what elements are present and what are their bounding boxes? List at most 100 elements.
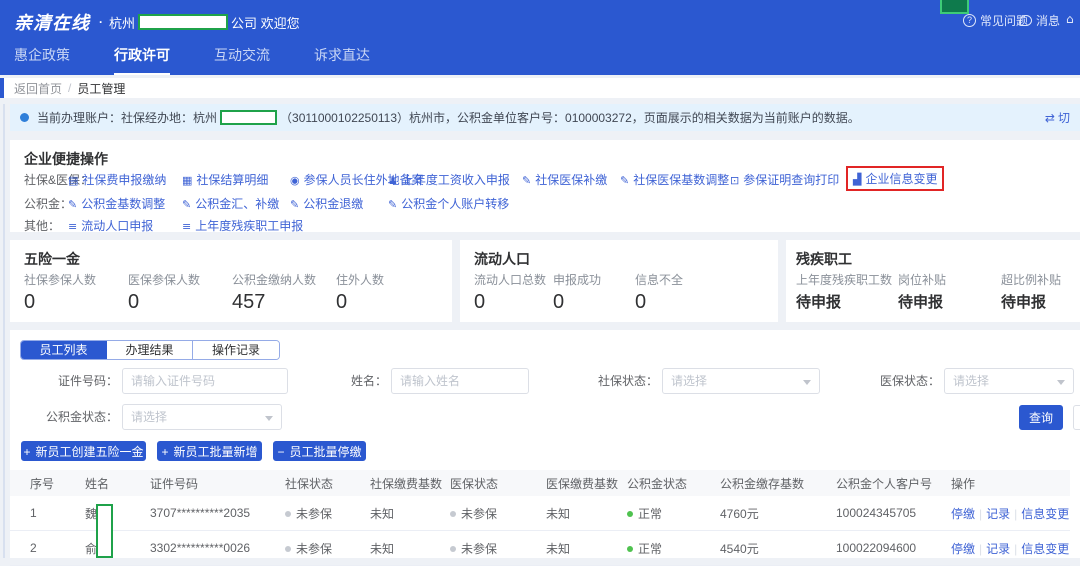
metric-value: 0: [128, 291, 200, 314]
quick-ops-row-fund: 公积金： ✎公积金基数调整 ✎公积金汇、补缴 ✎公积金退缴 ✎公积金个人账户转移: [10, 195, 1080, 211]
link-fund-account-transfer[interactable]: ✎公积金个人账户转移: [388, 195, 509, 212]
printer-icon: ⊡: [730, 174, 739, 187]
col-fund-status: 公积金状态: [627, 475, 720, 492]
quick-operations-title: 企业便捷操作: [24, 149, 108, 169]
main-nav: 惠企政策 行政许可 互动交流 诉求直达: [14, 45, 370, 75]
link-label: 企业信息变更: [865, 172, 937, 186]
metric-label: 超比例补贴: [1001, 271, 1061, 288]
welcome-text: 公司 欢迎您: [231, 13, 300, 32]
chevron-down-icon: [803, 380, 811, 385]
nav-item-interaction[interactable]: 互动交流: [214, 45, 270, 75]
link-label: 社保医保补缴: [535, 173, 607, 187]
breadcrumb-back-link[interactable]: 返回首页: [14, 80, 62, 97]
switch-label: 切: [1058, 109, 1070, 126]
col-medical-status: 医保状态: [450, 475, 546, 492]
metric-value: 457: [232, 291, 316, 314]
fund-status-select[interactable]: 请选择: [122, 404, 282, 430]
switch-account-link[interactable]: ⇄ 切: [1045, 109, 1070, 126]
faq-link[interactable]: ? 常见问题: [963, 12, 1028, 29]
link-fund-base-adjust[interactable]: ✎公积金基数调整: [68, 195, 165, 212]
link-social-settlement-detail[interactable]: ▦社保结算明细: [182, 171, 268, 188]
select-placeholder: 请选择: [671, 374, 707, 388]
metric-post-subsidy: 岗位补贴待申报: [898, 271, 946, 312]
building-icon[interactable]: ⌂: [1066, 12, 1074, 26]
info-change-link[interactable]: 信息变更: [1021, 507, 1069, 521]
quick-operations-card: 企业便捷操作 社保&医保： ▤社保费申报缴纳 ▦社保结算明细 ◉参保人员长住外地…: [10, 140, 1080, 232]
cell-fund-base: 4760元: [720, 505, 836, 522]
link-label: 公积金个人账户转移: [401, 197, 509, 211]
medical-status-select[interactable]: 请选择: [944, 368, 1074, 394]
breadcrumb-separator: /: [68, 81, 71, 95]
stats-card-migrant-population: 流动人口 流动人口总数0 申报成功0 信息不全0: [460, 240, 778, 322]
metric-fund-paying: 公积金缴纳人数 457: [232, 271, 316, 314]
cell-fund-status: 正常: [627, 540, 720, 557]
batch-add-button[interactable]: +新员工批量新增: [157, 441, 262, 461]
select-placeholder: 请选择: [953, 374, 989, 388]
plus-icon: +: [161, 445, 168, 459]
cell-fund-account: 100024345705: [836, 506, 951, 520]
minus-icon: −: [277, 445, 284, 459]
account-notice-bar: 当前办理账户：社保经办地：杭州 （3011000102250113）杭州市，公积…: [10, 104, 1080, 131]
op-separator: |: [1014, 507, 1017, 521]
link-insurance-cert-print[interactable]: ⊡参保证明查询打印: [730, 171, 839, 188]
link-fund-refund[interactable]: ✎公积金退缴: [290, 195, 363, 212]
info-change-link[interactable]: 信息变更: [1021, 542, 1069, 556]
record-link[interactable]: 记录: [986, 507, 1010, 521]
row-label-other: 其他：: [24, 217, 60, 234]
stop-payment-link[interactable]: 停缴: [951, 507, 975, 521]
person-icon: ♟: [388, 174, 398, 187]
social-status-select[interactable]: 请选择: [662, 368, 820, 394]
cell-medical-status: 未参保: [450, 505, 546, 522]
batch-stop-button[interactable]: −员工批量停缴: [273, 441, 366, 461]
link-social-medical-repay[interactable]: ✎社保医保补缴: [522, 171, 607, 188]
status-dot-gray: [450, 511, 456, 517]
tab-employee-list[interactable]: 员工列表: [21, 341, 107, 359]
col-index: 序号: [10, 475, 85, 492]
id-number-input[interactable]: [122, 368, 288, 394]
link-social-medical-base-adjust[interactable]: ✎社保医保基数调整: [620, 171, 729, 188]
status-text: 未参保: [296, 507, 332, 521]
record-link[interactable]: 记录: [986, 542, 1010, 556]
stats-card-disabled-staff: 残疾职工 上年度残疾职工数待申报 岗位补贴待申报 超比例补贴待申报: [786, 240, 1080, 322]
metric-label: 住外人数: [336, 271, 384, 288]
tab-operation-log[interactable]: 操作记录: [193, 341, 279, 359]
link-disabled-staff-declare[interactable]: ≡上年度残疾职工申报: [182, 217, 303, 234]
col-name: 姓名: [85, 475, 150, 492]
cell-id-number: 3707**********2035: [150, 506, 285, 520]
link-label: 公积金退缴: [303, 197, 363, 211]
status-dot-green: [627, 511, 633, 517]
metric-label: 医保参保人数: [128, 271, 200, 288]
cell-fund-status: 正常: [627, 505, 720, 522]
reset-button[interactable]: 重置: [1073, 405, 1080, 430]
link-migrant-population-declare[interactable]: ≡流动人口申报: [68, 217, 153, 234]
nav-item-appeals[interactable]: 诉求直达: [314, 45, 370, 75]
chevron-down-icon: [1057, 380, 1065, 385]
status-dot-gray: [285, 546, 291, 552]
name-input[interactable]: [391, 368, 529, 394]
chevron-down-icon: [265, 416, 273, 421]
tab-processing-results[interactable]: 办理结果: [107, 341, 193, 359]
notice-text-suffix: （3011000102250113）杭州市，公积金单位客户号：010000327…: [280, 109, 860, 126]
metric-declare-success: 申报成功0: [553, 271, 601, 314]
messages-link[interactable]: 消息: [1020, 12, 1060, 29]
link-salary-income-declare[interactable]: ♟上年度工资收入申报: [388, 171, 510, 188]
stop-payment-link[interactable]: 停缴: [951, 542, 975, 556]
nav-item-policies[interactable]: 惠企政策: [14, 45, 70, 75]
create-employee-button[interactable]: +新员工创建五险一金: [21, 441, 146, 461]
metric-migrant-total: 流动人口总数0: [474, 271, 546, 314]
table-row: 2 俞 3302**********0026 未参保 未知 未参保 未知 正常 …: [10, 531, 1070, 566]
metric-label: 公积金缴纳人数: [232, 271, 316, 288]
edit-icon: ✎: [182, 198, 191, 211]
metric-value: 待申报: [1001, 291, 1061, 312]
op-separator: |: [979, 507, 982, 521]
col-social-base: 社保缴费基数: [370, 475, 450, 492]
link-company-info-change[interactable]: ▟企业信息变更: [846, 166, 944, 191]
cell-medical-base: 未知: [546, 540, 627, 557]
link-social-fee-declare[interactable]: ▤社保费申报缴纳: [68, 171, 166, 188]
nav-item-licensing[interactable]: 行政许可: [114, 45, 170, 75]
tab-bar: 员工列表 办理结果 操作记录: [20, 340, 280, 360]
link-fund-remit-repay[interactable]: ✎公积金汇、补缴: [182, 195, 279, 212]
search-button[interactable]: 查询: [1019, 405, 1063, 430]
metric-value: 待申报: [898, 291, 946, 312]
info-icon: [20, 113, 29, 122]
